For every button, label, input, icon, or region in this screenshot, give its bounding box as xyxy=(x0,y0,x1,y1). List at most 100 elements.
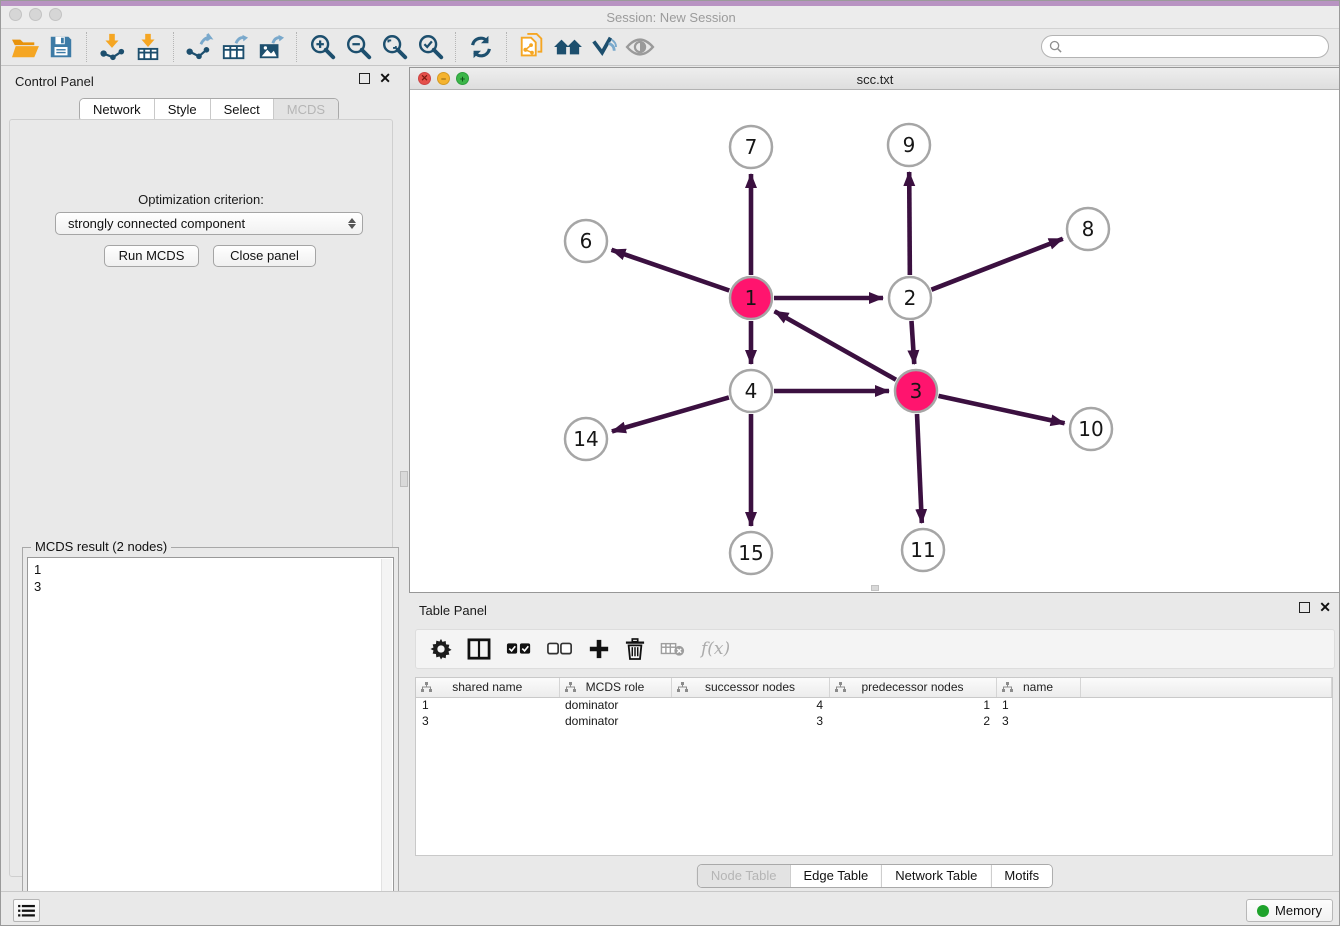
edge-3-10[interactable] xyxy=(938,396,1064,423)
export-image-button[interactable] xyxy=(253,31,289,63)
mcds-panel: Optimization criterion: strongly connect… xyxy=(9,119,393,877)
edge-2-8[interactable] xyxy=(931,239,1062,290)
control-panel-title: Control Panel xyxy=(15,74,94,89)
edge-3-1[interactable] xyxy=(775,311,896,379)
tab-node-table[interactable]: Node Table xyxy=(698,865,790,887)
zoom-selected-button[interactable] xyxy=(412,31,448,63)
delete-column-button[interactable] xyxy=(625,635,645,663)
table-cell[interactable]: 3 xyxy=(671,713,829,729)
open-file-button[interactable] xyxy=(7,31,43,63)
column-type-icon xyxy=(1002,682,1013,693)
select-all-button[interactable] xyxy=(506,635,532,663)
column-header-predecessor-nodes[interactable]: predecessor nodes xyxy=(829,678,996,697)
node-label-1: 1 xyxy=(745,286,758,310)
columns-icon xyxy=(467,638,491,660)
table-cell[interactable] xyxy=(1080,713,1332,729)
window-title: Session: New Session xyxy=(1,10,1340,25)
search-input[interactable] xyxy=(1066,37,1328,56)
column-header-name[interactable]: name xyxy=(996,678,1080,697)
search-field[interactable] xyxy=(1041,35,1329,58)
toolbar-separator xyxy=(506,32,507,62)
function-builder-button[interactable]: f(x) xyxy=(701,639,730,659)
memory-status-icon xyxy=(1257,905,1269,917)
column-header-MCDS-role[interactable]: MCDS role xyxy=(559,678,671,697)
table-cell[interactable] xyxy=(1080,697,1332,713)
delete-table-icon xyxy=(660,641,686,657)
tab-mcds[interactable]: MCDS xyxy=(273,99,338,121)
tab-style[interactable]: Style xyxy=(154,99,210,121)
criterion-select[interactable]: strongly connected component xyxy=(55,212,363,235)
table-row[interactable]: 1dominator411 xyxy=(416,697,1332,713)
zoom-out-button[interactable] xyxy=(340,31,376,63)
close-panel-button[interactable]: Close panel xyxy=(213,245,316,267)
zoom-in-button[interactable] xyxy=(304,31,340,63)
table-cell[interactable]: dominator xyxy=(559,713,671,729)
import-network-button[interactable] xyxy=(94,31,130,63)
hide-button[interactable] xyxy=(586,31,622,63)
close-panel-icon[interactable]: ✕ xyxy=(379,73,391,84)
network-window-title: scc.txt xyxy=(410,72,1340,87)
ndex-button[interactable] xyxy=(514,31,550,63)
edge-3-11[interactable] xyxy=(917,414,922,523)
export-network-button[interactable] xyxy=(181,31,217,63)
toolbar-separator xyxy=(296,32,297,62)
mcds-result-title: MCDS result (2 nodes) xyxy=(31,539,171,554)
import-network-icon xyxy=(98,33,126,61)
refresh-icon xyxy=(468,34,494,60)
float-table-panel-icon[interactable] xyxy=(1299,602,1310,613)
column-header-shared-name[interactable]: shared name xyxy=(416,678,559,697)
close-table-panel-icon[interactable]: ✕ xyxy=(1319,602,1331,613)
tab-motifs[interactable]: Motifs xyxy=(990,865,1052,887)
result-scrollbar[interactable] xyxy=(381,559,392,921)
table-mode-button[interactable] xyxy=(430,635,452,663)
column-header-successor-nodes[interactable]: successor nodes xyxy=(671,678,829,697)
table-cell[interactable]: 3 xyxy=(996,713,1080,729)
edge-1-6[interactable] xyxy=(612,250,730,291)
import-table-icon xyxy=(134,33,162,61)
table-cell[interactable]: 1 xyxy=(829,697,996,713)
node-table[interactable]: shared nameMCDS rolesuccessor nodesprede… xyxy=(415,677,1333,856)
import-table-button[interactable] xyxy=(130,31,166,63)
node-label-8: 8 xyxy=(1082,217,1095,241)
network-resize-handle[interactable] xyxy=(871,585,879,591)
network-graph-canvas[interactable]: 7968124314101511 xyxy=(410,90,1340,592)
tab-network[interactable]: Network xyxy=(80,99,154,121)
node-label-7: 7 xyxy=(745,135,758,159)
run-mcds-button[interactable]: Run MCDS xyxy=(104,245,199,267)
refresh-button[interactable] xyxy=(463,31,499,63)
export-table-button[interactable] xyxy=(217,31,253,63)
node-label-2: 2 xyxy=(904,286,917,310)
tab-select[interactable]: Select xyxy=(210,99,273,121)
delete-table-button[interactable] xyxy=(660,635,686,663)
network-view-window: ✕ − + scc.txt 7968124314101511 xyxy=(409,67,1340,593)
show-column-button[interactable] xyxy=(467,635,491,663)
tab-network-table[interactable]: Network Table xyxy=(881,865,990,887)
create-column-button[interactable] xyxy=(588,635,610,663)
table-cell[interactable]: 4 xyxy=(671,697,829,713)
zoom-fit-button[interactable] xyxy=(376,31,412,63)
edge-2-9[interactable] xyxy=(909,172,910,275)
table-cell[interactable]: dominator xyxy=(559,697,671,713)
panel-divider-handle[interactable] xyxy=(400,471,408,487)
save-session-button[interactable] xyxy=(43,31,79,63)
float-panel-icon[interactable] xyxy=(359,73,370,84)
table-cell[interactable]: 2 xyxy=(829,713,996,729)
memory-button[interactable]: Memory xyxy=(1246,899,1333,922)
table-row[interactable]: 3dominator323 xyxy=(416,713,1332,729)
show-button[interactable] xyxy=(622,31,658,63)
deselect-all-button[interactable] xyxy=(547,635,573,663)
edge-4-14[interactable] xyxy=(612,397,729,431)
task-history-button[interactable] xyxy=(13,899,40,922)
document-share-icon xyxy=(518,32,546,62)
export-network-icon xyxy=(184,33,214,61)
table-cell[interactable]: 1 xyxy=(996,697,1080,713)
table-cell[interactable]: 3 xyxy=(416,713,559,729)
application-window: Session: New Session xyxy=(0,0,1340,926)
home-button[interactable] xyxy=(550,31,586,63)
node-label-6: 6 xyxy=(580,229,593,253)
mcds-result-box[interactable]: 1 3 xyxy=(27,557,394,923)
network-window-titlebar[interactable]: ✕ − + scc.txt xyxy=(410,68,1340,90)
tab-edge-table[interactable]: Edge Table xyxy=(789,865,881,887)
edge-2-3[interactable] xyxy=(911,321,914,364)
table-cell[interactable]: 1 xyxy=(416,697,559,713)
